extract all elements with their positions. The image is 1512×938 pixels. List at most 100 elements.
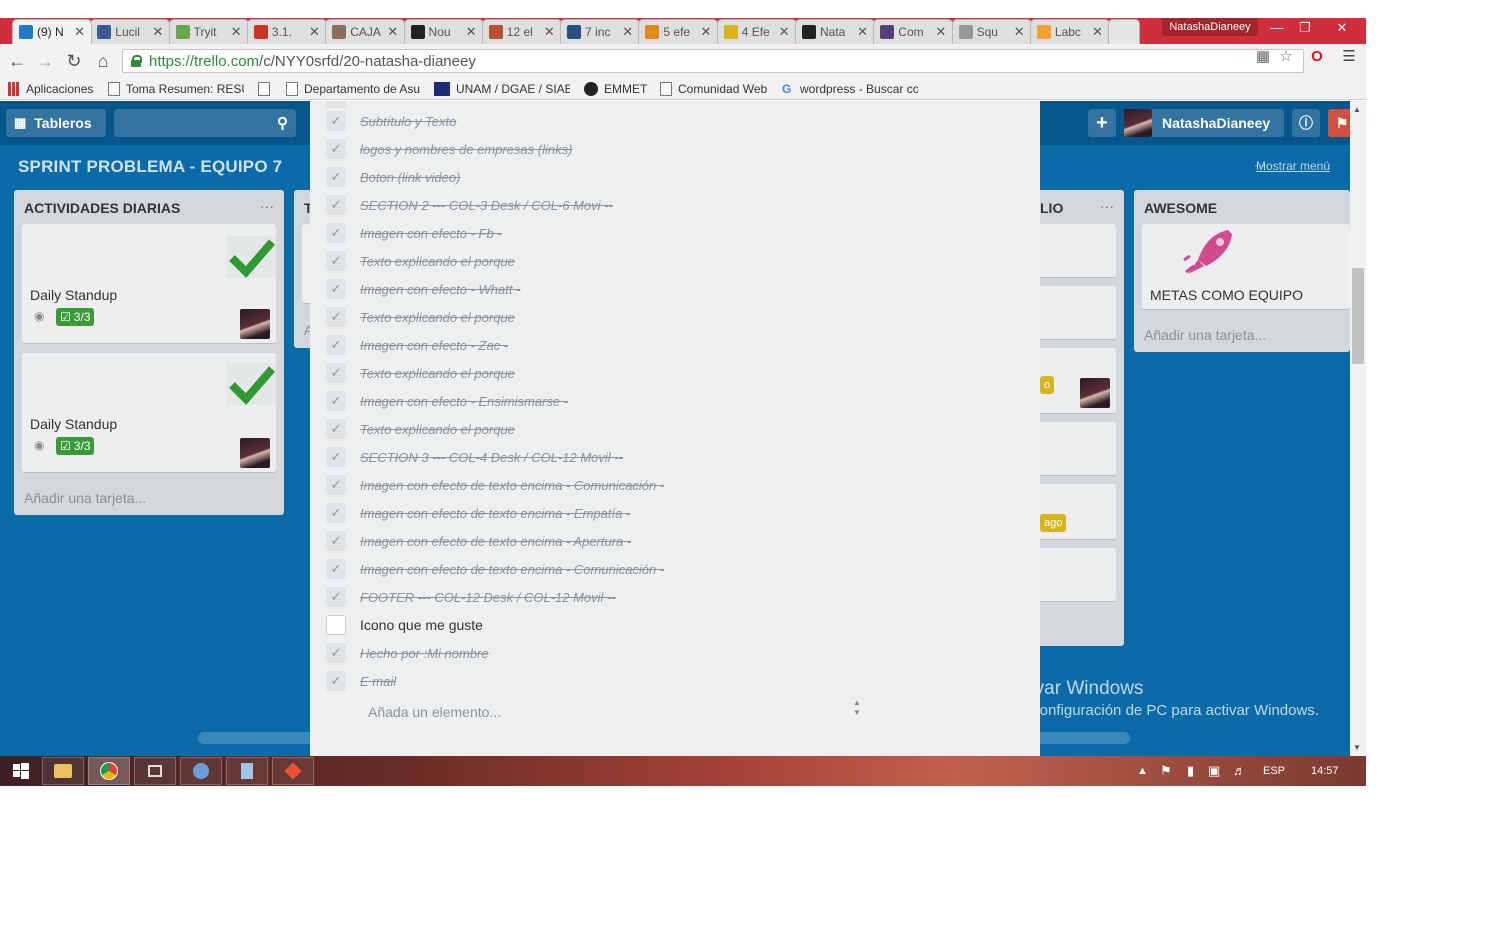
browser-tab[interactable]: Labc ✕ [1029,19,1110,44]
menu-icon[interactable]: ☰ [1340,48,1358,66]
checked-checkbox-icon[interactable]: ✓ [326,195,346,215]
add-card-link[interactable]: Añadir una tarjeta... [1144,327,1266,343]
windows-start-icon[interactable] [0,757,42,785]
checked-checkbox-icon[interactable]: ✓ [326,671,346,691]
bookmark-wordpress[interactable]: G wordpress - Buscar co [782,81,918,97]
add-card-link[interactable]: Añadir una tarjeta... [24,490,146,506]
checked-checkbox-icon[interactable]: ✓ [326,139,346,159]
checked-checkbox-icon[interactable]: ✓ [326,335,346,355]
bookmark-blank[interactable] [258,81,276,97]
search-box[interactable]: ⚲ [114,109,296,137]
browser-tab[interactable]: 4 Efe ✕ [716,19,797,44]
page-vertical-scrollbar[interactable]: ▲ ▼ [1350,101,1366,756]
checklist-item[interactable]: ✓ Imagen con efecto de texto encima - Com… [326,474,1026,496]
close-tab-icon[interactable]: ✕ [544,24,555,40]
user-menu[interactable]: NatashaDianeey [1124,109,1284,137]
checked-checkbox-icon[interactable] [326,101,346,108]
bookmark-apps[interactable]: Aplicaciones [8,81,93,97]
checklist-item[interactable]: ✓ Imagen con efecto - Zac - [326,334,1026,356]
bookmark-toma-resumen[interactable]: Toma Resumen: RESU [108,81,244,97]
checklist-item[interactable] [326,101,1026,109]
checklist-item[interactable]: ✓ Subtítulo y Texto [326,110,1026,132]
add-checklist-item-input[interactable]: Añada un elemento... [368,704,501,720]
info-icon[interactable]: ⓘ [1292,109,1320,137]
file-explorer-icon[interactable] [42,757,84,785]
checklist-item[interactable]: ✓ logos y nombres de empresas (links) [326,138,1026,160]
checklist-item[interactable]: ✓ Imagen con efecto - Whatt - [326,278,1026,300]
browser-tab[interactable]: Tryit ✕ [168,19,249,44]
checklist-item[interactable]: ✓ Hecho por :Mi nombre [326,642,1026,664]
checklist-item[interactable]: ✓ E mail [326,670,1026,692]
close-tab-icon[interactable]: ✕ [1092,24,1103,40]
reload-icon[interactable]: ↻ [63,50,85,72]
add-button[interactable]: + [1088,109,1116,137]
scroll-down-icon[interactable]: ▼ [1353,743,1361,752]
star-icon[interactable]: ☆ [1277,48,1295,66]
checked-checkbox-icon[interactable]: ✓ [326,587,346,607]
close-tab-icon[interactable]: ✕ [152,24,163,40]
bookmark-emmet[interactable]: EMMET [584,81,647,97]
clock[interactable]: 14:57 [1311,756,1339,786]
close-window-icon[interactable]: ✕ [1324,18,1360,38]
close-tab-icon[interactable]: ✕ [700,24,711,40]
flag-icon[interactable]: ⚑ [1160,756,1172,786]
checklist-item[interactable]: ✓ SECTION 2 --- COL-3 Desk / COL-6 Movi -… [326,194,1026,216]
checked-checkbox-icon[interactable]: ✓ [326,223,346,243]
browser-tab[interactable]: Com ✕ [873,19,954,44]
checked-checkbox-icon[interactable]: ✓ [326,167,346,187]
browser-tab[interactable]: 3.1. ✕ [246,19,327,44]
checklist-item[interactable]: ✓ Texto explicando el porque [326,306,1026,328]
show-menu-link[interactable]: Mostrar menú [1256,159,1330,173]
checked-checkbox-icon[interactable]: ✓ [326,279,346,299]
card-metas-como-equipo[interactable]: METAS COMO EQUIPO [1142,224,1350,310]
opera-icon[interactable]: O [1308,48,1326,66]
notification-bell-icon[interactable]: ⚑ [1328,109,1350,137]
browser-tab[interactable]: 5 efe ✕ [638,19,719,44]
bookmark-comunidad-web[interactable]: Comunidad Web [660,81,767,97]
checked-checkbox-icon[interactable]: ✓ [326,363,346,383]
checked-checkbox-icon[interactable]: ✓ [326,503,346,523]
resize-handle-icon[interactable]: ▲ ▼ [853,698,861,718]
checked-checkbox-icon[interactable]: ✓ [326,419,346,439]
bookmark-unam[interactable]: UNAM / DGAE / SIAE [434,81,570,97]
close-tab-icon[interactable]: ✕ [1014,24,1025,40]
member-avatar[interactable] [240,309,270,339]
checklist-item[interactable]: ✓ Imagen con efecto - Fb - [326,222,1026,244]
show-hidden-icons-icon[interactable]: ▲ [1137,756,1148,786]
translate-icon[interactable]: ▦ [1254,48,1272,66]
member-avatar[interactable] [1080,378,1110,408]
close-tab-icon[interactable]: ✕ [231,24,242,40]
scroll-up-icon[interactable]: ▲ [1353,105,1361,114]
volume-icon[interactable]: ♬ [1233,756,1246,786]
network-icon[interactable]: ▣ [1208,756,1220,786]
checklist-item[interactable]: Icono que me guste [326,614,1026,636]
close-tab-icon[interactable]: ✕ [309,24,320,40]
browser-tab[interactable]: Nata ✕ [795,19,875,44]
browser-tab[interactable]: CAJA ✕ [325,19,406,44]
home-icon[interactable]: ⌂ [92,50,114,72]
scrollbar-thumb[interactable] [1352,268,1364,364]
close-tab-icon[interactable]: ✕ [387,24,398,40]
checked-checkbox-icon[interactable]: ✓ [326,251,346,271]
checklist-item[interactable]: ✓ Imagen con efecto de texto encima - Ape… [326,530,1026,552]
unchecked-checkbox[interactable] [326,615,346,635]
checked-checkbox-icon[interactable]: ✓ [326,559,346,579]
checked-checkbox-icon[interactable]: ✓ [326,391,346,411]
minimize-icon[interactable]: — [1262,18,1292,38]
checked-checkbox-icon[interactable]: ✓ [326,475,346,495]
browser-tab[interactable]: 12 el ✕ [481,19,562,44]
checklist-item[interactable]: ✓ Texto explicando el porque [326,362,1026,384]
close-tab-icon[interactable]: ✕ [779,24,790,40]
browser-tab[interactable]: (9) N ✕ [12,19,92,44]
browser-tab[interactable]: Squ ✕ [951,19,1032,44]
browser-tab[interactable]: Lucil ✕ [90,19,171,44]
checklist-item[interactable]: ✓ Texto explicando el porque [326,250,1026,272]
checked-checkbox-icon[interactable]: ✓ [326,447,346,467]
profile-button[interactable]: NatashaDianeey [1162,18,1258,36]
paint-icon[interactable] [180,757,222,785]
new-tab-button[interactable] [1108,19,1141,44]
checklist-item[interactable]: ✓ Imagen con efecto de texto encima - Com… [326,558,1026,580]
close-tab-icon[interactable]: ✕ [74,24,85,40]
browser-tab[interactable]: 7 inc ✕ [560,19,641,44]
checklist-item[interactable]: ✓ SECTION 3 --- COL-4 Desk / COL-12 Movil… [326,446,1026,468]
